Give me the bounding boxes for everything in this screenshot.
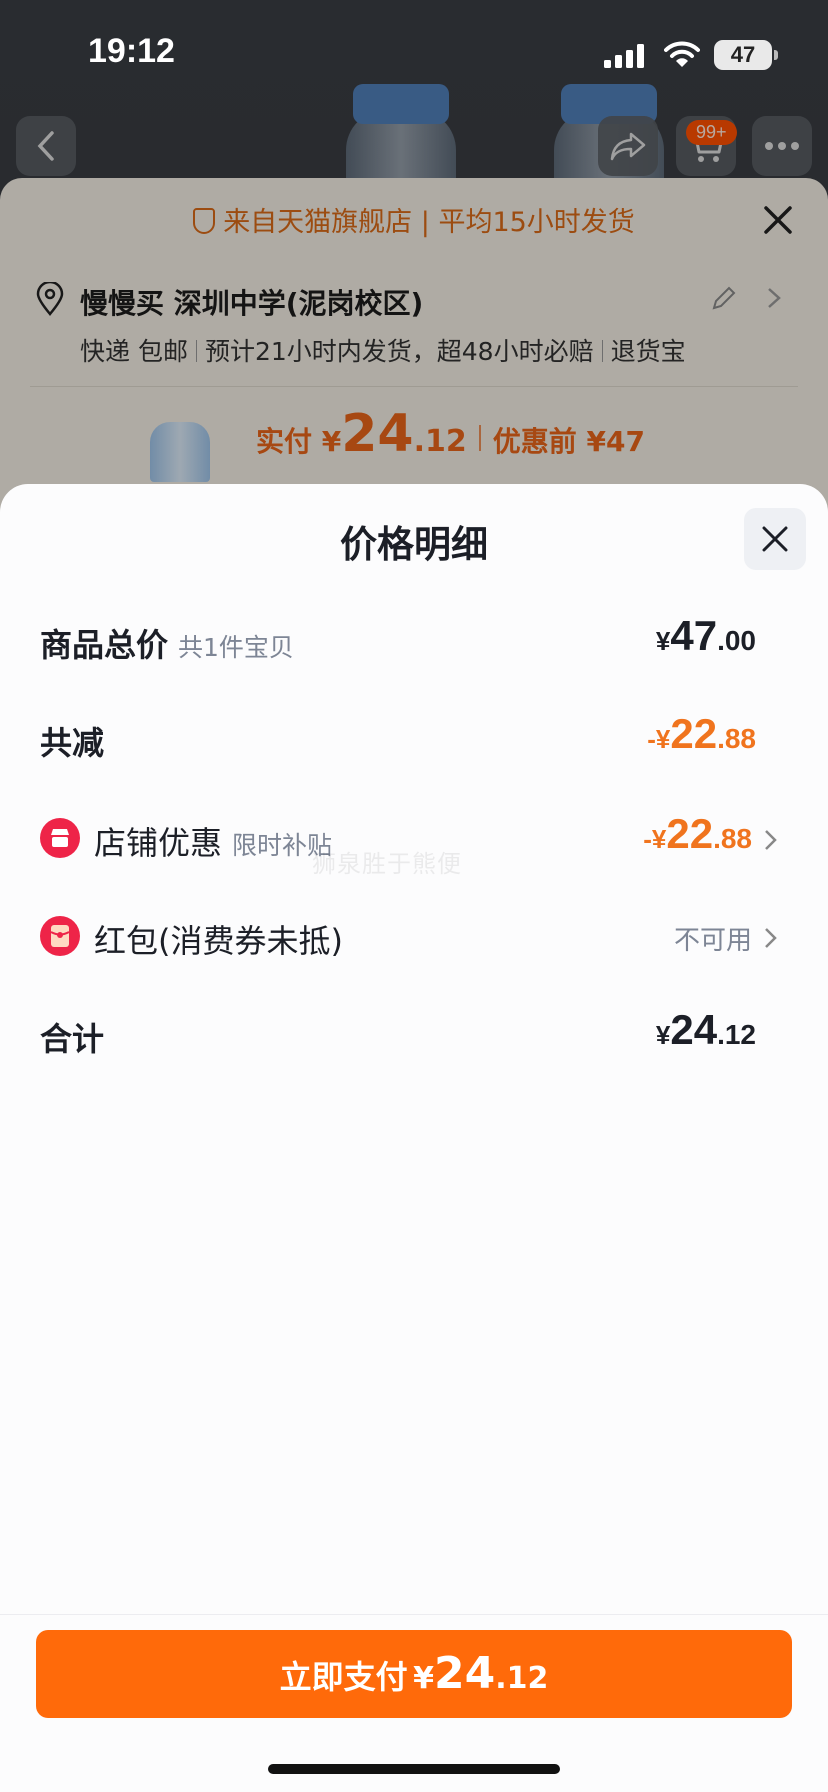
subtotal-amount: ¥47.00	[655, 612, 756, 659]
chevron-right-icon	[765, 928, 777, 948]
modal-title: 价格明细	[340, 523, 488, 566]
item-count: 共1件宝贝	[178, 633, 294, 662]
row-label: 店铺优惠 限时补贴	[94, 824, 333, 862]
red-packet-icon	[40, 916, 80, 956]
close-icon	[762, 526, 788, 552]
row-label: 合计	[40, 1020, 105, 1058]
row-label: 共减	[40, 724, 105, 762]
red-packet-row[interactable]: 红包(消费券未抵) 不可用	[0, 908, 828, 968]
pay-now-button[interactable]: 立即支付 ¥24.12	[36, 1630, 792, 1718]
row-label: 商品总价 共1件宝贝	[40, 626, 294, 664]
subtotal-row: 商品总价 共1件宝贝 ¥47.00	[0, 612, 828, 672]
home-indicator	[268, 1764, 560, 1774]
total-amount: ¥24.12	[655, 1006, 756, 1053]
shop-icon	[40, 818, 80, 858]
watermark: 狮泉胜于熊便	[312, 850, 462, 878]
row-label: 红包(消费券未抵)	[94, 922, 343, 960]
total-row: 合计 ¥24.12	[0, 1006, 828, 1066]
status-time: 19:12	[88, 32, 175, 70]
shop-discount-amount: -¥22.88	[643, 810, 752, 857]
total-discount-row: 共减 -¥22.88	[0, 710, 828, 770]
unavailable-status: 不可用	[673, 926, 752, 956]
chevron-right-icon	[765, 830, 777, 850]
battery-icon: 47	[714, 40, 778, 70]
total-discount-amount: -¥22.88	[647, 710, 756, 757]
price-detail-modal: 价格明细 商品总价 共1件宝贝 ¥47.00 共减 -¥22.88 店铺优惠 限时补…	[0, 484, 828, 1792]
wifi-icon	[664, 41, 700, 67]
cellular-signal-icon	[604, 44, 644, 68]
modal-close-button[interactable]	[744, 508, 806, 570]
status-bar: 19:12 47	[0, 0, 828, 100]
